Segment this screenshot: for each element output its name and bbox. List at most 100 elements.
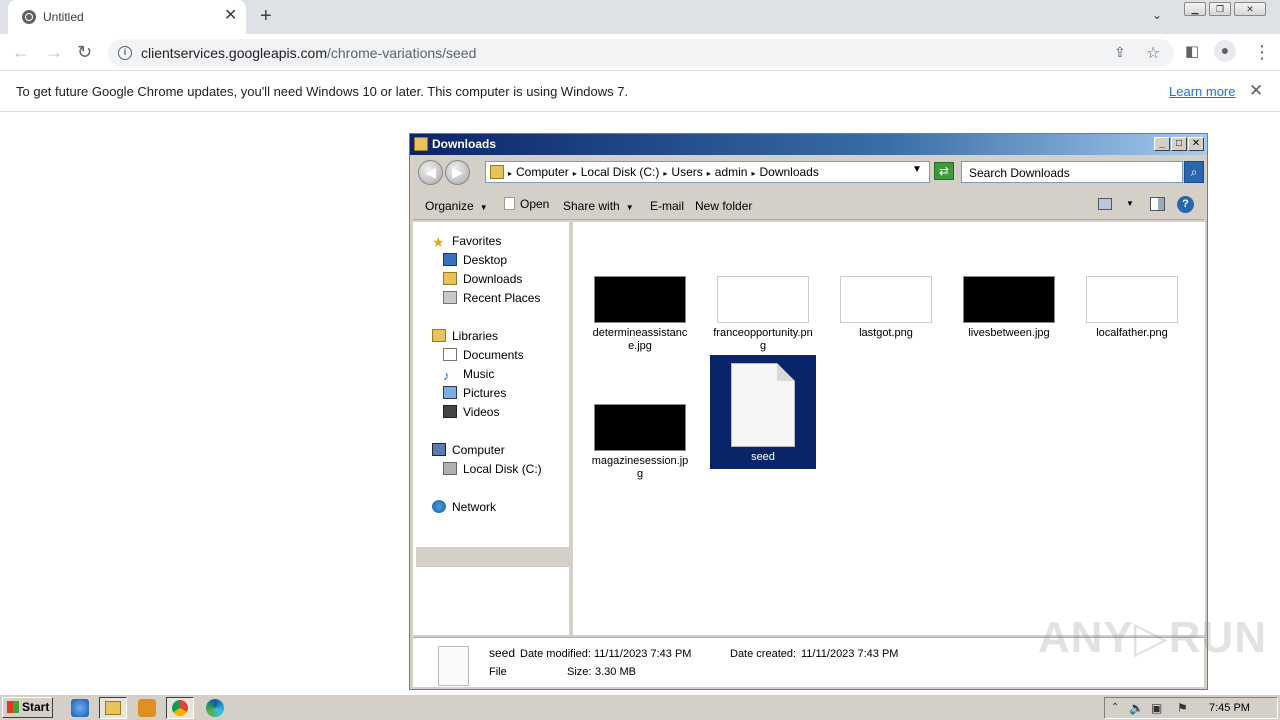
- nav-network[interactable]: Network: [432, 500, 496, 514]
- chevron-down-icon[interactable]: ▼: [1126, 199, 1134, 208]
- chevron-down-icon[interactable]: ▼: [912, 164, 922, 175]
- breadcrumb-separator-icon[interactable]: ▸: [573, 169, 577, 178]
- nav-music[interactable]: ♪ Music: [443, 367, 494, 383]
- search-input[interactable]: Search Downloads: [961, 161, 1183, 183]
- clock[interactable]: 7:45 PM: [1209, 702, 1250, 714]
- file-name: localfather.png: [1096, 327, 1168, 339]
- preview-pane-icon[interactable]: [1150, 197, 1165, 211]
- image-thumbnail: [594, 276, 686, 323]
- nav-videos[interactable]: Videos: [443, 405, 499, 419]
- breadcrumb[interactable]: ▸ Computer ▸ Local Disk (C:) ▸ Users ▸ admin ▸ Do…: [485, 161, 930, 183]
- explorer-navbar: ◀ ▶ ▸ Computer ▸ Local Disk (C:) ▸ Users ▸ admi…: [413, 156, 1204, 188]
- back-arrow-icon[interactable]: ←: [12, 42, 30, 62]
- explorer-titlebar[interactable]: Downloads _ □ ✕: [410, 134, 1207, 155]
- volume-icon[interactable]: 🔈: [1129, 701, 1144, 715]
- new-folder-button[interactable]: New folder: [695, 199, 752, 213]
- detail-type: File: [489, 666, 507, 678]
- breadcrumb-separator-icon[interactable]: ▸: [707, 169, 711, 178]
- media-player-icon[interactable]: [138, 699, 156, 717]
- detail-modified-label: Date modified:: [520, 648, 591, 660]
- nav-local-disk[interactable]: Local Disk (C:): [443, 462, 542, 476]
- nav-pictures[interactable]: Pictures: [443, 386, 506, 400]
- file-name: seed: [751, 451, 775, 463]
- file-item[interactable]: franceopportunity.png: [713, 276, 813, 353]
- share-icon[interactable]: ⇪: [1114, 44, 1126, 61]
- url-text[interactable]: clientservices.googleapis.com/chrome-var…: [141, 45, 476, 61]
- infobar-close-icon[interactable]: ✕: [1249, 81, 1263, 101]
- maximize-button[interactable]: □: [1171, 137, 1187, 151]
- explorer-window: Downloads _ □ ✕ ◀ ▶ ▸ Computer ▸ Local Disk…: [409, 133, 1208, 690]
- close-button[interactable]: ✕: [1188, 137, 1204, 151]
- file-list: determineassistance.jpg franceopportunity…: [573, 222, 1205, 635]
- forward-button[interactable]: ▶: [445, 160, 470, 185]
- nav-documents[interactable]: Documents: [443, 348, 524, 362]
- edge-icon[interactable]: [206, 699, 224, 717]
- breadcrumb-separator-icon[interactable]: ▸: [751, 169, 755, 178]
- network-tray-icon[interactable]: ▣: [1151, 701, 1162, 715]
- folder-icon: [414, 137, 428, 151]
- breadcrumb-items[interactable]: ▸ Computer ▸ Local Disk (C:) ▸ Users ▸ admin ▸ Do…: [508, 165, 823, 179]
- breadcrumb-item[interactable]: Downloads: [759, 165, 818, 179]
- file-item[interactable]: lastgot.png: [836, 276, 936, 340]
- start-button[interactable]: Start: [2, 697, 53, 718]
- forward-arrow-icon[interactable]: →: [45, 42, 63, 62]
- tab-search-chevron-icon[interactable]: ⌄: [1152, 8, 1162, 22]
- minimize-button[interactable]: ▁: [1184, 2, 1206, 16]
- file-item[interactable]: determineassistance.jpg: [590, 276, 690, 353]
- organize-button[interactable]: Organize ▼: [425, 199, 488, 213]
- nav-favorites[interactable]: ★ Favorites: [432, 234, 501, 249]
- detail-modified-value: 11/11/2023 7:43 PM: [594, 648, 692, 660]
- breadcrumb-item[interactable]: Local Disk (C:): [581, 165, 660, 179]
- folder-icon: [105, 701, 121, 715]
- breadcrumb-item[interactable]: Computer: [516, 165, 569, 179]
- bookmark-star-icon[interactable]: ☆: [1146, 43, 1160, 63]
- change-view-icon[interactable]: [1098, 198, 1112, 210]
- taskbar: Start ⌃ 🔈 ▣ ⚑ 7:45 PM: [0, 694, 1280, 720]
- file-item[interactable]: magazinesession.jpg: [590, 404, 690, 481]
- show-hidden-icons-icon[interactable]: ⌃: [1111, 702, 1119, 713]
- email-button[interactable]: E-mail: [650, 199, 684, 213]
- browser-toolbar: ← → ↻ i clientservices.googleapis.com/ch…: [0, 34, 1280, 71]
- nav-recent-places[interactable]: Recent Places: [443, 291, 540, 305]
- navigation-pane: ★ Favorites Desktop Downloads Recent Plac…: [413, 222, 572, 635]
- infobar-message: To get future Google Chrome updates, you…: [16, 84, 629, 99]
- new-tab-button[interactable]: +: [260, 5, 272, 28]
- profile-avatar-icon[interactable]: ●: [1214, 40, 1236, 62]
- nav-libraries[interactable]: Libraries: [432, 329, 498, 343]
- breadcrumb-separator-icon[interactable]: ▸: [663, 169, 667, 178]
- open-button[interactable]: Open: [504, 197, 549, 211]
- file-name: livesbetween.jpg: [968, 327, 1050, 339]
- side-panel-icon[interactable]: ◧: [1185, 42, 1199, 62]
- file-item[interactable]: localfather.png: [1082, 276, 1182, 340]
- breadcrumb-item[interactable]: Users: [671, 165, 702, 179]
- close-window-button[interactable]: ✕: [1234, 2, 1266, 16]
- action-center-flag-icon[interactable]: ⚑: [1177, 701, 1188, 715]
- back-button[interactable]: ◀: [418, 160, 443, 185]
- minimize-button[interactable]: _: [1154, 137, 1170, 151]
- menu-kebab-icon[interactable]: ⋮: [1253, 42, 1271, 62]
- folder-icon: [490, 165, 504, 179]
- site-info-icon[interactable]: i: [118, 46, 132, 60]
- help-icon[interactable]: ?: [1177, 196, 1194, 213]
- search-icon[interactable]: ⌕: [1184, 161, 1204, 183]
- explorer-taskbar-button[interactable]: [99, 697, 127, 719]
- chrome-taskbar-button[interactable]: [166, 697, 194, 719]
- share-with-button[interactable]: Share with ▼: [563, 199, 634, 213]
- reload-icon[interactable]: ↻: [77, 42, 92, 62]
- videos-icon: [443, 405, 457, 418]
- breadcrumb-item[interactable]: admin: [715, 165, 748, 179]
- file-item[interactable]: seed: [710, 355, 816, 469]
- address-bar[interactable]: i clientservices.googleapis.com/chrome-v…: [108, 39, 1174, 67]
- refresh-icon[interactable]: ⇄: [934, 162, 954, 180]
- nav-desktop[interactable]: Desktop: [443, 253, 507, 267]
- internet-explorer-icon[interactable]: [71, 699, 89, 717]
- file-item[interactable]: livesbetween.jpg: [959, 276, 1059, 340]
- learn-more-link[interactable]: Learn more: [1169, 84, 1235, 99]
- search-placeholder: Search Downloads: [969, 166, 1070, 180]
- breadcrumb-separator-icon[interactable]: ▸: [508, 169, 512, 178]
- restore-button[interactable]: ❐: [1209, 2, 1231, 16]
- tab-close-icon[interactable]: ✕: [224, 7, 237, 25]
- nav-computer[interactable]: Computer: [432, 443, 505, 457]
- tab-untitled[interactable]: Untitled ✕: [8, 0, 246, 34]
- nav-downloads[interactable]: Downloads: [443, 272, 522, 286]
